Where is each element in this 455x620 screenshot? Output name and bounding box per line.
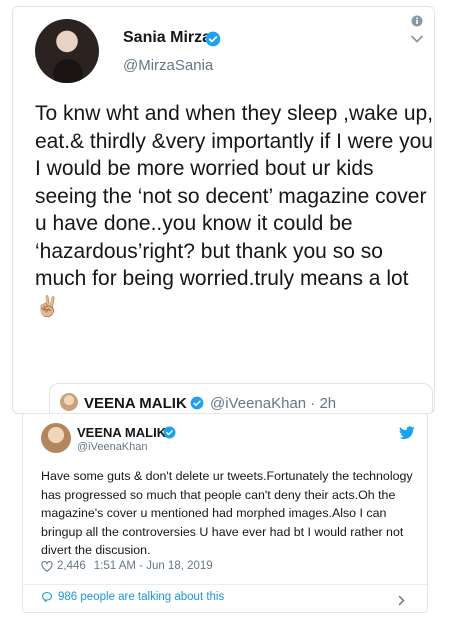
conversation-link[interactable]: 986 people are talking about this bbox=[41, 591, 224, 603]
author-name[interactable]: VEENA MALIK bbox=[77, 425, 166, 440]
author-handle[interactable]: @MirzaSania bbox=[123, 57, 213, 74]
speech-bubble-icon bbox=[41, 591, 53, 603]
avatar[interactable] bbox=[35, 19, 99, 83]
verified-badge-icon bbox=[190, 396, 204, 410]
author-handle[interactable]: @iVeenaKhan bbox=[77, 441, 148, 453]
verified-badge-icon bbox=[163, 426, 176, 439]
quoted-author-handle: @iVeenaKhan · 2h bbox=[210, 395, 337, 412]
heart-icon[interactable] bbox=[41, 560, 53, 572]
twitter-bird-icon[interactable] bbox=[399, 426, 415, 440]
tweet-card-sania: Sania Mirza @MirzaSania To knw wht and w… bbox=[12, 6, 435, 414]
like-count[interactable]: 2,446 bbox=[57, 560, 86, 572]
victory-hand-emoji: ✌🏼 bbox=[35, 295, 60, 318]
tweet-text: Have some guts & don't delete ur tweets.… bbox=[41, 469, 413, 557]
avatar[interactable] bbox=[41, 423, 71, 453]
tweet-text: To knw wht and when they sleep ,wake up,… bbox=[35, 102, 434, 318]
quoted-avatar bbox=[60, 393, 78, 411]
author-name[interactable]: Sania Mirza bbox=[123, 29, 211, 47]
timestamp[interactable]: 1:51 AM - Jun 18, 2019 bbox=[94, 560, 213, 572]
tweet-meta: 2,446 1:51 AM - Jun 18, 2019 bbox=[41, 560, 213, 572]
tweet-card-veena: VEENA MALIK @iVeenaKhan Have some guts &… bbox=[22, 413, 428, 613]
info-icon[interactable] bbox=[411, 15, 423, 27]
quoted-tweet-header[interactable]: VEENA MALIK @iVeenaKhan · 2h bbox=[49, 383, 433, 413]
chevron-right-icon[interactable] bbox=[398, 595, 405, 606]
divider bbox=[23, 584, 427, 585]
conversation-label: 986 people are talking about this bbox=[58, 591, 225, 603]
verified-badge-icon bbox=[205, 31, 221, 47]
chevron-down-icon[interactable] bbox=[410, 34, 424, 44]
quoted-author-name: VEENA MALIK bbox=[84, 395, 187, 412]
